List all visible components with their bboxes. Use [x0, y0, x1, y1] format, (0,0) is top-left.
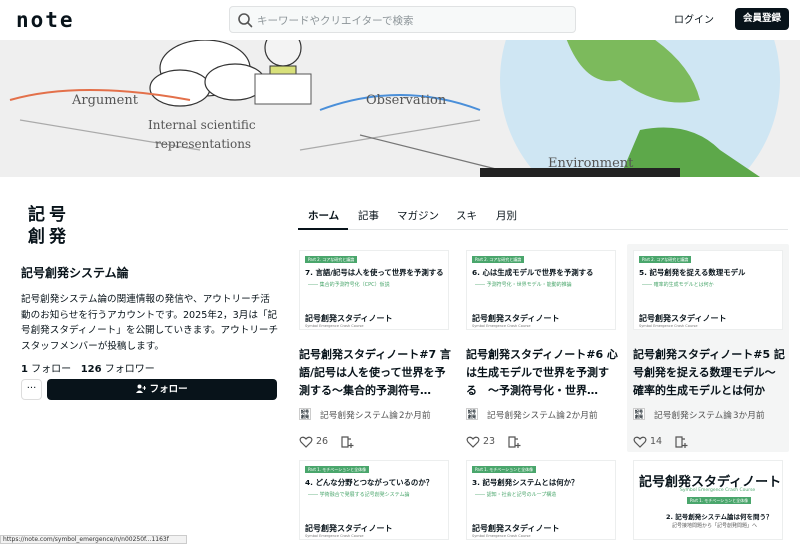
article-meta: 記号創発 記号創発システム論 3か月前: [633, 408, 783, 422]
thumb-subtitle: ―― 確率的生成モデルとは何か: [642, 282, 714, 288]
banner-label: Environment: [548, 156, 634, 171]
profile-description: 記号創発システム論の関連情報の発信や、アウトリーチ活動のお知らせを行うアカウント…: [21, 294, 279, 352]
tab-monthly[interactable]: 月別: [496, 208, 517, 223]
status-bar-url: https://note.com/symbol_emergence/n/n002…: [0, 535, 187, 544]
header: note キーワードやクリエイターで検索 ログイン 会員登録: [0, 0, 800, 40]
add-user-icon: [136, 384, 147, 393]
tab-home[interactable]: ホーム: [308, 208, 339, 223]
author-avatar[interactable]: 記号創発: [633, 408, 645, 420]
part-chip: Part 1. モチベーションと全体像: [305, 466, 370, 473]
thumb-brand: 記号創発スタディノート: [472, 314, 560, 323]
search-box[interactable]: キーワードやクリエイターで検索: [229, 6, 576, 33]
author-name[interactable]: 記号創発システム論: [654, 408, 732, 421]
more-options-button[interactable]: ···: [21, 379, 42, 400]
article-thumbnail[interactable]: Part 1. モチベーションと全体像 4. どんな分野とつながっているのか？ …: [299, 460, 449, 540]
thumb-brand: 記号創発スタディノート: [305, 314, 393, 323]
search-placeholder: キーワードやクリエイターで検索: [257, 15, 414, 27]
magazine-add-icon[interactable]: [340, 435, 354, 449]
article-title[interactable]: 記号創発スタディノート#5 記号創発を捉える数理モデル～確率的生成モデルとは何か: [633, 346, 785, 400]
search-icon: [238, 13, 253, 28]
followers-count[interactable]: 126: [81, 364, 102, 375]
banner-label: representations: [155, 137, 252, 151]
heart-icon[interactable]: [299, 435, 313, 449]
thumb-subtitle: ―― 集合的予測符号化（CPC）仮説: [308, 282, 390, 288]
thumb-brand-sub: Symbol Emergence Crash Course: [639, 324, 698, 328]
banner-label: Argument: [72, 93, 138, 108]
banner-label: Observation: [366, 93, 447, 108]
follow-button-label: フォロー: [149, 384, 188, 395]
article-actions: 14: [633, 435, 783, 449]
note-logo[interactable]: note: [16, 8, 75, 32]
thumb-brand: 記号創発スタディノート: [639, 314, 727, 323]
part-chip: Part 1. モチベーションと全体像: [472, 466, 537, 473]
article-actions: 26: [299, 435, 449, 449]
tab-magazines[interactable]: マガジン: [397, 208, 439, 223]
profile-tabs: ホーム 記事 マガジン スキ 月別: [298, 200, 788, 230]
magazine-add-icon[interactable]: [674, 435, 688, 449]
thumb-brand-sub: Symbol Emergence Crash Course: [680, 488, 756, 493]
following-count[interactable]: 1: [21, 364, 28, 375]
article-title[interactable]: 記号創発スタディノート#6 心は生成モデルで世界を予測する ～予測符号化・世界…: [466, 346, 618, 400]
article-meta: 記号創発 記号創発システム論 2か月前: [466, 408, 616, 422]
author-avatar[interactable]: 記号創発: [466, 408, 478, 420]
thumb-title: 2. 記号創発システム論は何を問う？: [666, 513, 773, 521]
thumb-brand-sub: Symbol Emergence Crash Course: [305, 534, 364, 538]
heart-icon[interactable]: [633, 435, 647, 449]
magazine-add-icon[interactable]: [507, 435, 521, 449]
thumb-title: 4. どんな分野とつながっているのか？: [305, 478, 434, 487]
banner-illustration: [0, 40, 800, 177]
like-count: 23: [483, 436, 496, 447]
thumb-subtitle: ―― 学術融合で発展する記号創発システム論: [308, 492, 410, 498]
profile-logo: 記号 創発: [28, 205, 70, 247]
tab-articles[interactable]: 記事: [358, 208, 379, 223]
follow-button[interactable]: フォロー: [47, 379, 277, 400]
active-tab-indicator: [298, 228, 348, 230]
author-name[interactable]: 記号創発システム論: [320, 408, 398, 421]
thumb-subtitle: ―― 予測符号化・世界モデル・能動的推論: [475, 282, 572, 288]
article-thumbnail[interactable]: Part 2. コアな研究と議論 5. 記号創発を捉える数理モデル ―― 確率的…: [633, 250, 783, 330]
part-chip: Part 2. コアな研究と議論: [472, 256, 525, 263]
thumb-title: 6. 心は生成モデルで世界を予測する: [472, 268, 594, 277]
thumb-brand: 記号創発スタディノート: [305, 524, 393, 533]
header-banner-image: Argument Internal scientific representat…: [0, 40, 800, 177]
thumb-brand-sub: Symbol Emergence Crash Course: [472, 324, 531, 328]
following-label[interactable]: フォロー: [31, 364, 71, 375]
like-count: 14: [650, 436, 663, 447]
part-chip: Part 2. コアな研究と議論: [305, 256, 358, 263]
banner-label: Internal scientific: [148, 118, 256, 132]
thumb-subtitle: 記号接地問題から「記号創発問題」へ: [672, 523, 758, 529]
thumb-brand-sub: Symbol Emergence Crash Course: [472, 534, 531, 538]
followers-label[interactable]: フォロワー: [105, 364, 155, 375]
author-avatar[interactable]: 記号創発: [299, 408, 311, 420]
article-title[interactable]: 記号創発スタディノート#7 言語/記号は人を使って世界を予測する～集合的予測符号…: [299, 346, 451, 400]
thumb-subtitle: ―― 認知・社会と記号のループ構造: [475, 492, 557, 498]
signup-button[interactable]: 会員登録: [735, 8, 789, 30]
article-thumbnail[interactable]: Part 2. コアな研究と議論 7. 言語/記号は人を使って世界を予測する ―…: [299, 250, 449, 330]
tab-likes[interactable]: スキ: [456, 208, 477, 223]
heart-icon[interactable]: [466, 435, 480, 449]
author-name[interactable]: 記号創発システム論: [487, 408, 565, 421]
thumb-title: 5. 記号創発を捉える数理モデル: [639, 268, 746, 277]
thumb-title: 7. 言語/記号は人を使って世界を予測する: [305, 268, 444, 277]
post-date: 2か月前: [399, 411, 431, 421]
thumb-brand-sub: Symbol Emergence Crash Course: [305, 324, 364, 328]
article-thumbnail[interactable]: Part 2. コアな研究と議論 6. 心は生成モデルで世界を予測する ―― 予…: [466, 250, 616, 330]
article-actions: 23: [466, 435, 616, 449]
follow-stats: 1 フォロー 126 フォロワー: [21, 360, 155, 375]
part-chip: Part 2. コアな研究と議論: [639, 256, 692, 263]
thumb-brand: 記号創発スタディノート: [472, 524, 560, 533]
part-chip: Part 1. モチベーションと全体像: [687, 497, 752, 504]
article-meta: 記号創発 記号創発システム論 2か月前: [299, 408, 449, 422]
profile-name[interactable]: 記号創発システム論: [21, 264, 129, 281]
post-date: 2か月前: [566, 411, 598, 421]
like-count: 26: [316, 436, 329, 447]
post-date: 3か月前: [733, 411, 765, 421]
login-link[interactable]: ログイン: [674, 11, 714, 26]
article-thumbnail[interactable]: Part 1. モチベーションと全体像 3. 記号創発システムとは何か？ ―― …: [466, 460, 616, 540]
thumb-title: 3. 記号創発システムとは何か？: [472, 478, 579, 487]
article-thumbnail[interactable]: 記号創発スタディノート Symbol Emergence Crash Cours…: [633, 460, 783, 540]
